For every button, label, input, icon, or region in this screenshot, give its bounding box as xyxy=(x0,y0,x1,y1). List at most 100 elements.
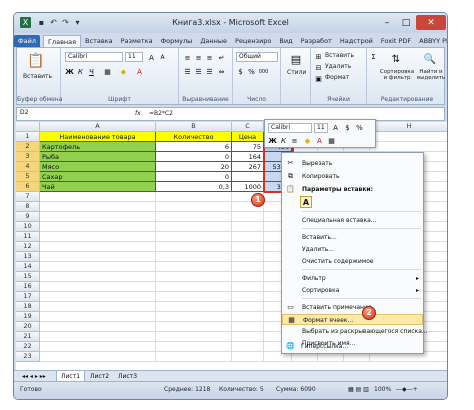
row-header[interactable]: 11 xyxy=(16,232,40,242)
italic-button[interactable]: К xyxy=(76,67,85,76)
tab-review[interactable]: Рецензиро xyxy=(231,35,275,47)
column-header[interactable]: A xyxy=(40,122,156,132)
row-header[interactable]: 6 xyxy=(16,182,40,192)
underline-button[interactable]: Ч xyxy=(87,67,96,76)
row-header[interactable]: 8 xyxy=(16,202,40,212)
merge-icon[interactable]: ⇔ xyxy=(217,67,226,76)
menu-filter[interactable]: Фильтр ▸ xyxy=(282,273,423,284)
table-header-cell[interactable]: Цена xyxy=(232,132,264,142)
table-header-cell[interactable]: Количество xyxy=(156,132,232,142)
grid-cell[interactable] xyxy=(232,212,264,222)
paste-button[interactable]: Вставить xyxy=(23,73,52,80)
shrink-font-icon[interactable]: A xyxy=(158,53,167,62)
name-box[interactable]: D2 xyxy=(18,109,88,119)
paste-icon[interactable]: 📋 xyxy=(27,52,45,70)
formula-input[interactable]: =B2*C2 xyxy=(149,110,173,117)
grid-cell[interactable] xyxy=(232,242,264,252)
grid-cell[interactable] xyxy=(40,212,156,222)
menu-paste-special[interactable]: Специальная вставка... xyxy=(282,215,423,226)
mini-italic-button[interactable]: К xyxy=(279,136,288,145)
row-header[interactable]: 12 xyxy=(16,242,40,252)
font-color-icon[interactable]: A xyxy=(135,67,144,76)
autosum-icon[interactable]: Σ xyxy=(369,52,378,61)
grid-cell[interactable] xyxy=(156,212,232,222)
delete-cells-button[interactable]: Удалить xyxy=(325,63,351,70)
sort-filter-button[interactable]: Сортировка и фильтр xyxy=(379,69,415,81)
grid-cell[interactable] xyxy=(156,302,232,312)
align-top-icon[interactable]: ≡ xyxy=(183,53,192,62)
row-header[interactable]: 15 xyxy=(16,272,40,282)
grid-cell[interactable] xyxy=(156,322,232,332)
bold-button[interactable]: Ж xyxy=(65,67,74,76)
grid-cell[interactable] xyxy=(156,352,232,362)
grid-cell[interactable] xyxy=(232,352,264,362)
menu-clear[interactable]: Очистить содержимое xyxy=(282,256,423,267)
grid-cell[interactable] xyxy=(232,302,264,312)
grid-cell[interactable] xyxy=(232,342,264,352)
table-value-cell[interactable]: 0 xyxy=(156,152,232,162)
row-header[interactable]: 17 xyxy=(16,292,40,302)
maximize-button[interactable]: □ xyxy=(397,15,415,30)
thousands-icon[interactable]: 000 xyxy=(259,67,269,76)
product-name-cell[interactable]: Сахар xyxy=(40,172,156,182)
grid-cell[interactable] xyxy=(40,332,156,342)
row-header[interactable]: 22 xyxy=(16,342,40,352)
align-bottom-icon[interactable]: ≡ xyxy=(205,53,214,62)
grid-cell[interactable] xyxy=(370,142,447,152)
mini-size-box[interactable]: 11 xyxy=(314,123,328,133)
tab-formulas[interactable]: Формулы xyxy=(157,35,197,47)
table-value-cell[interactable]: 1000 xyxy=(232,182,264,192)
font-name-box[interactable]: Calibri xyxy=(65,52,123,62)
table-value-cell[interactable]: 164 xyxy=(232,152,264,162)
grid-cell[interactable] xyxy=(156,222,232,232)
align-middle-icon[interactable]: ≡ xyxy=(194,53,203,62)
select-all-corner[interactable] xyxy=(16,122,40,132)
grid-cell[interactable] xyxy=(232,322,264,332)
grid-cell[interactable] xyxy=(156,292,232,302)
grid-cell[interactable] xyxy=(156,202,232,212)
grid-cell[interactable] xyxy=(232,312,264,322)
fill-color-icon[interactable]: ◆ xyxy=(119,67,128,76)
grid-cell[interactable] xyxy=(156,192,232,202)
grid-cell[interactable] xyxy=(232,262,264,272)
align-center-icon[interactable]: ☰ xyxy=(194,67,203,76)
grid-cell[interactable] xyxy=(156,242,232,252)
menu-copy[interactable]: ⧉ Копировать xyxy=(282,171,423,182)
grid-cell[interactable] xyxy=(156,262,232,272)
styles-icon[interactable]: ▤ xyxy=(289,52,303,66)
product-name-cell[interactable]: Картофель xyxy=(40,142,156,152)
insert-cells-button[interactable]: Вставить xyxy=(325,52,354,59)
grid-cell[interactable] xyxy=(40,292,156,302)
grid-cell[interactable] xyxy=(40,272,156,282)
row-header[interactable]: 3 xyxy=(16,152,40,162)
font-size-box[interactable]: 11 xyxy=(125,52,143,62)
grid-cell[interactable] xyxy=(40,192,156,202)
close-button[interactable]: ✕ xyxy=(416,15,446,30)
grid-cell[interactable] xyxy=(156,332,232,342)
find-select-button[interactable]: Найти и выделить xyxy=(415,69,447,81)
column-header[interactable]: C xyxy=(232,122,264,132)
row-header[interactable]: 2 xyxy=(16,142,40,152)
row-header[interactable]: 21 xyxy=(16,332,40,342)
table-value-cell[interactable]: 75 xyxy=(232,142,264,152)
grid-cell[interactable] xyxy=(156,342,232,352)
row-header[interactable]: 10 xyxy=(16,222,40,232)
mini-bold-button[interactable]: Ж xyxy=(268,136,277,145)
table-value-cell[interactable]: 267 xyxy=(232,162,264,172)
row-header[interactable]: 20 xyxy=(16,322,40,332)
product-name-cell[interactable]: Мясо xyxy=(40,162,156,172)
view-buttons-icon[interactable]: ▦ ▤ ▥ xyxy=(348,386,369,393)
grid-cell[interactable] xyxy=(232,282,264,292)
wrap-text-icon[interactable]: ↵ xyxy=(217,53,226,62)
menu-cut[interactable]: ✂ Вырезать xyxy=(282,158,423,169)
percent-icon[interactable]: % xyxy=(247,67,256,76)
tab-addins[interactable]: Надстрой xyxy=(336,35,377,47)
mini-align-icon[interactable]: ≡ xyxy=(290,136,299,145)
mini-fill-icon[interactable]: ◆ xyxy=(303,136,312,145)
product-name-cell[interactable]: Рыба xyxy=(40,152,156,162)
table-value-cell[interactable]: 0,3 xyxy=(156,182,232,192)
row-header[interactable]: 7 xyxy=(16,192,40,202)
number-format-box[interactable]: Общий xyxy=(236,52,278,62)
menu-insert[interactable]: Вставить... xyxy=(282,232,423,243)
grid-cell[interactable] xyxy=(156,282,232,292)
